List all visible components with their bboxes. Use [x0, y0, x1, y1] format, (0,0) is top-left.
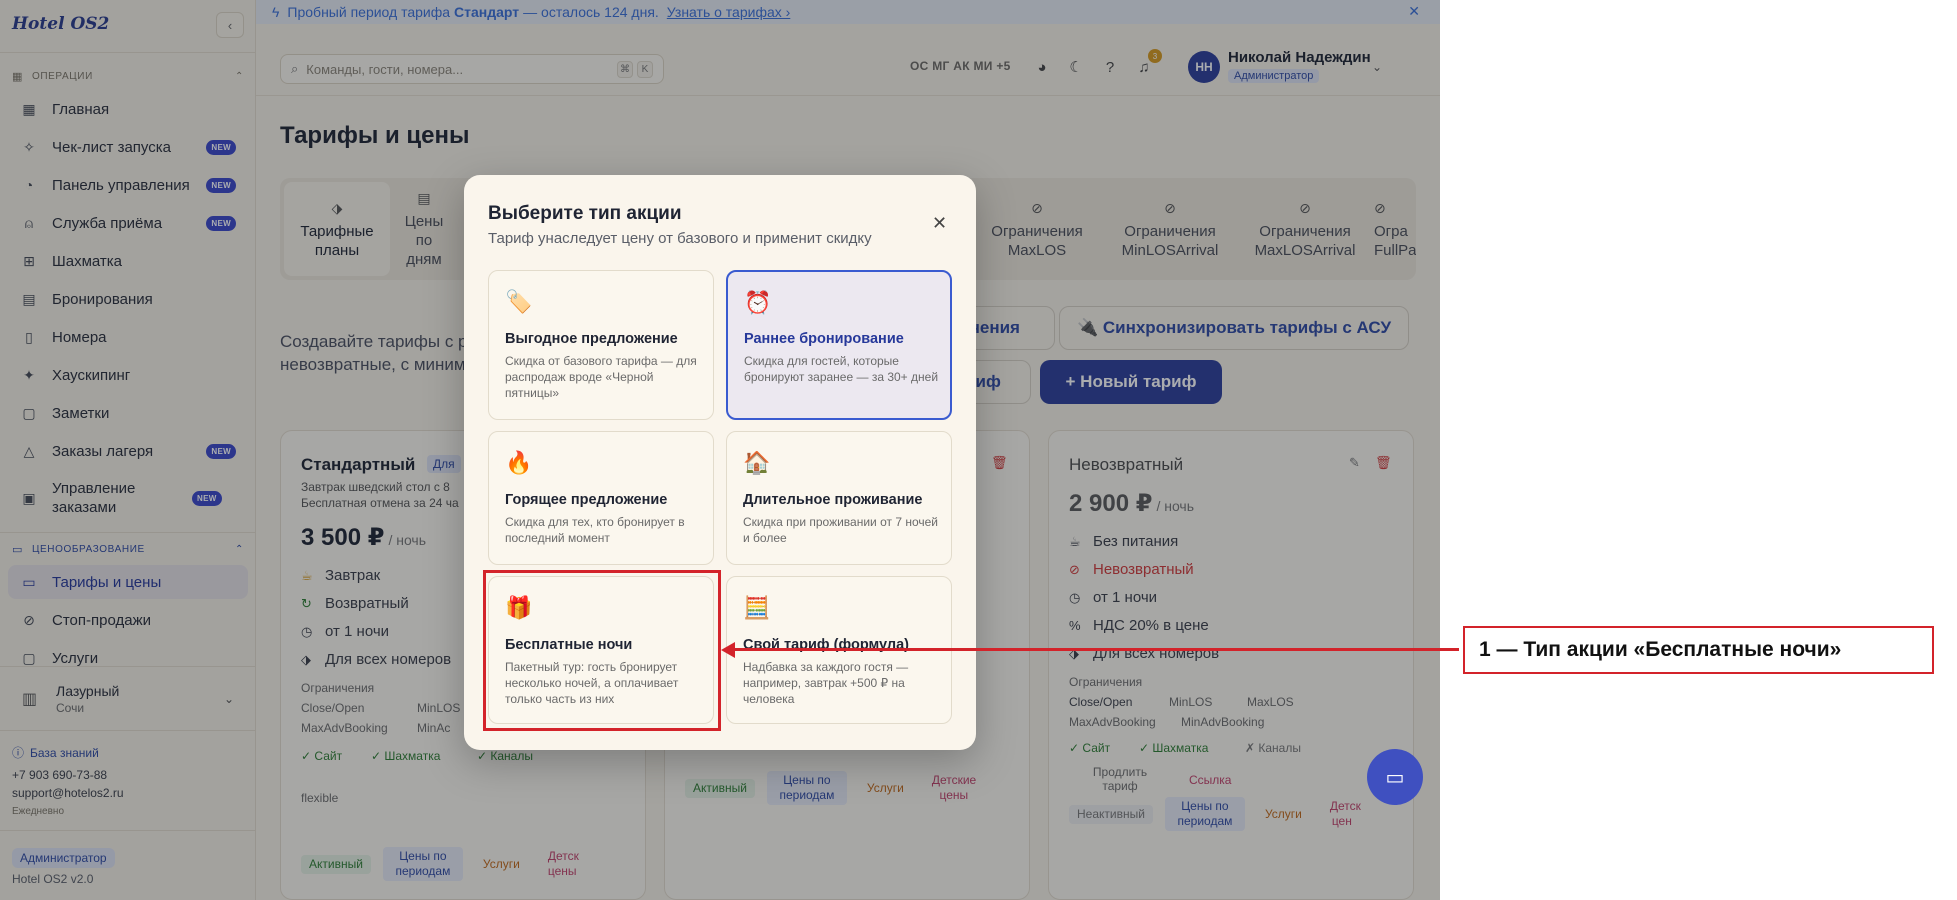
option-description: Скидка при проживании от 7 ночей и более [743, 515, 938, 545]
annotation-label: 1 — Тип акции «Бесплатные ночи» [1463, 626, 1934, 674]
fire-icon: 🔥 [505, 450, 533, 475]
option-hot-offer[interactable]: 🔥 Горящее предложение Скидка для тех, кт… [488, 431, 714, 565]
calculator-icon: 🧮 [743, 595, 771, 620]
chat-icon: ▭ [1385, 766, 1405, 789]
option-description: Скидка от базового тарифа — для распрода… [505, 354, 697, 400]
option-title: Выгодное предложение [505, 331, 678, 347]
option-description: Скидка для тех, кто бронирует в последни… [505, 515, 685, 545]
close-icon[interactable]: ✕ [932, 213, 947, 234]
option-title: Горящее предложение [505, 492, 668, 508]
chat-button[interactable]: ▭ [1367, 749, 1423, 805]
option-best-offer[interactable]: 🏷️ Выгодное предложение Скидка от базово… [488, 270, 714, 420]
option-title: Длительное проживание [743, 492, 923, 508]
annotation-arrow-line [731, 648, 1459, 651]
house-icon: 🏠 [743, 450, 771, 475]
annotation-arrow-head [721, 642, 735, 658]
option-early-booking[interactable]: ⏰ Раннее бронирование Скидка для гостей,… [726, 270, 952, 420]
app-window: Hotel OS2 ‹ ▦ ОПЕРАЦИИ ⌃ ▦ Главная ✧ Чек… [0, 0, 1440, 900]
option-title: Раннее бронирование [744, 331, 904, 347]
option-description: Надбавка за каждого гостя — например, за… [743, 660, 909, 706]
tag-icon: 🏷️ [505, 289, 533, 314]
modal-title: Выберите тип акции [488, 203, 682, 224]
alarm-clock-icon: ⏰ [744, 290, 772, 315]
modal-subtitle: Тариф унаследует цену от базового и прим… [488, 230, 872, 247]
annotation-highlight-box [483, 570, 721, 731]
option-description: Скидка для гостей, которые бронируют зар… [744, 354, 939, 384]
option-long-stay[interactable]: 🏠 Длительное проживание Скидка при прожи… [726, 431, 952, 565]
